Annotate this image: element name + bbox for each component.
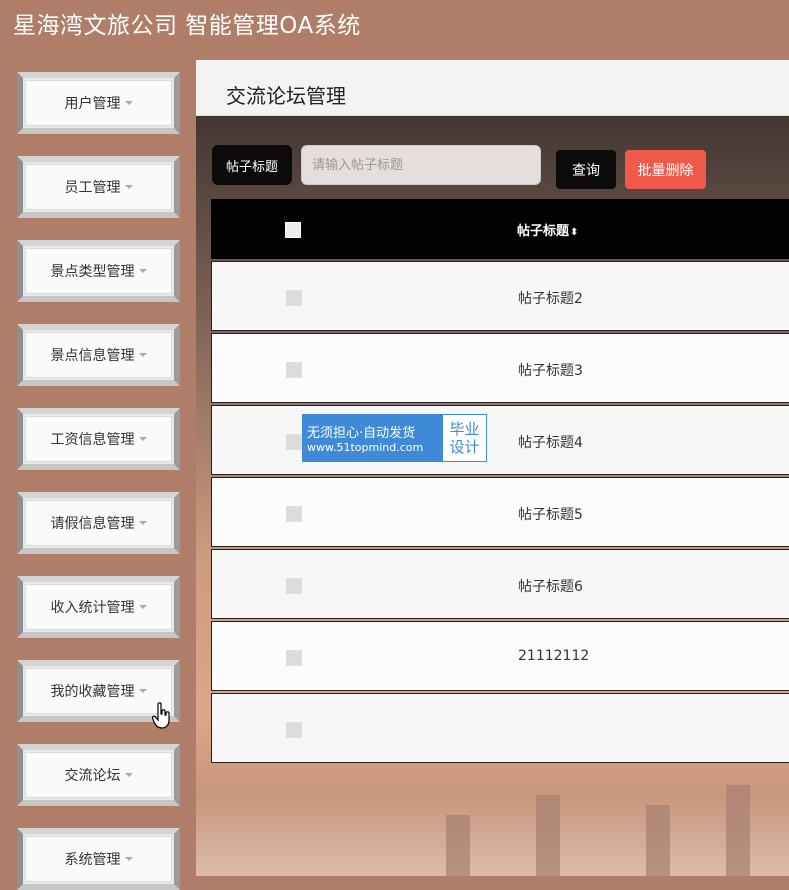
building-decoration: [446, 815, 470, 876]
building-decoration: [726, 785, 750, 876]
row-title: 帖子标题4: [518, 435, 583, 451]
table-header: 帖子标题⬍: [211, 199, 789, 259]
column-header-title[interactable]: 帖子标题⬍: [517, 220, 578, 239]
table-row: 帖子标题4: [211, 405, 789, 475]
batch-delete-button[interactable]: 批量删除: [625, 150, 706, 189]
chevron-down-icon: [138, 521, 147, 525]
sidebar-item-label: 工资信息管理: [50, 432, 135, 448]
chevron-down-icon: [138, 437, 147, 441]
sidebar-item-label: 用户管理: [64, 96, 121, 112]
sidebar-item-label: 请假信息管理: [50, 516, 135, 532]
main-content: 交流论坛管理 帖子标题 查询 批量删除 帖子标题⬍ 帖子标题2 帖子标题3 帖子…: [196, 60, 789, 876]
row-title: 帖子标题2: [518, 291, 583, 307]
sidebar-item-label: 景点信息管理: [50, 348, 135, 364]
chevron-down-icon: [124, 101, 133, 105]
query-button[interactable]: 查询: [556, 150, 616, 189]
chevron-down-icon: [124, 185, 133, 189]
sidebar-item-users[interactable]: 用户管理: [17, 72, 180, 134]
sidebar: 用户管理 员工管理 景点类型管理 景点信息管理 工资信息管理 请假信息管理 收入…: [0, 52, 196, 890]
sidebar-item-salary[interactable]: 工资信息管理: [17, 408, 180, 470]
chevron-down-icon: [138, 689, 147, 693]
sidebar-item-label: 景点类型管理: [50, 264, 135, 280]
row-title: 帖子标题5: [518, 507, 583, 523]
row-title: 21112112: [518, 648, 590, 664]
chevron-down-icon: [124, 773, 133, 777]
select-all-checkbox[interactable]: [285, 222, 301, 238]
table-row: [211, 693, 789, 763]
row-checkbox[interactable]: [286, 362, 302, 378]
row-checkbox[interactable]: [286, 722, 302, 738]
sidebar-item-income[interactable]: 收入统计管理: [17, 576, 180, 638]
table-row: 帖子标题2: [211, 261, 789, 331]
app-title: 星海湾文旅公司 智能管理OA系统: [13, 13, 361, 39]
sort-icon[interactable]: ⬍: [570, 227, 578, 238]
row-title: 帖子标题3: [518, 363, 583, 379]
hand-pointer-icon: [152, 702, 170, 729]
sidebar-item-forum[interactable]: 交流论坛: [17, 744, 180, 806]
page-header: 交流论坛管理: [196, 60, 789, 116]
sidebar-item-label: 我的收藏管理: [50, 684, 135, 700]
building-decoration: [646, 805, 670, 876]
sidebar-item-label: 收入统计管理: [50, 600, 135, 616]
row-title: 帖子标题6: [518, 579, 583, 595]
watermark-line2: www.51topmind.com: [307, 441, 424, 454]
chevron-down-icon: [138, 269, 147, 273]
forum-table: 帖子标题⬍ 帖子标题2 帖子标题3 帖子标题4 帖子标题5 帖子标题6 2111…: [211, 199, 789, 763]
row-checkbox[interactable]: [286, 434, 302, 450]
search-input[interactable]: [301, 145, 541, 185]
chevron-down-icon: [124, 857, 133, 861]
chevron-down-icon: [138, 353, 147, 357]
row-checkbox[interactable]: [286, 650, 302, 666]
table-row: 帖子标题6: [211, 549, 789, 619]
sidebar-item-leave[interactable]: 请假信息管理: [17, 492, 180, 554]
sidebar-item-staff[interactable]: 员工管理: [17, 156, 180, 218]
table-row: 帖子标题3: [211, 333, 789, 403]
table-row: 21112112: [211, 621, 789, 691]
watermark-right2: 设计: [449, 438, 480, 456]
row-checkbox[interactable]: [286, 578, 302, 594]
sidebar-item-label: 员工管理: [64, 180, 121, 196]
sidebar-item-scenic-info[interactable]: 景点信息管理: [17, 324, 180, 386]
sidebar-item-label: 系统管理: [64, 852, 121, 868]
sidebar-item-system[interactable]: 系统管理: [17, 828, 180, 890]
sidebar-item-label: 交流论坛: [64, 768, 121, 784]
row-checkbox[interactable]: [286, 506, 302, 522]
building-decoration: [536, 795, 560, 876]
watermark-badge: 无须担心·自动发货 www.51topmind.com 毕业 设计: [302, 414, 487, 462]
sidebar-item-scenic-types[interactable]: 景点类型管理: [17, 240, 180, 302]
chevron-down-icon: [138, 605, 147, 609]
table-row: 帖子标题5: [211, 477, 789, 547]
watermark-left: 无须担心·自动发货 www.51topmind.com: [303, 415, 443, 461]
app-header: 星海湾文旅公司 智能管理OA系统: [0, 0, 789, 52]
search-label: 帖子标题: [212, 145, 292, 185]
page-title: 交流论坛管理: [226, 84, 346, 108]
watermark-right: 毕业 设计: [443, 415, 486, 461]
watermark-right1: 毕业: [449, 420, 480, 438]
column-header-label: 帖子标题: [517, 224, 570, 239]
watermark-line1: 无须担心·自动发货: [307, 426, 416, 441]
row-checkbox[interactable]: [286, 290, 302, 306]
